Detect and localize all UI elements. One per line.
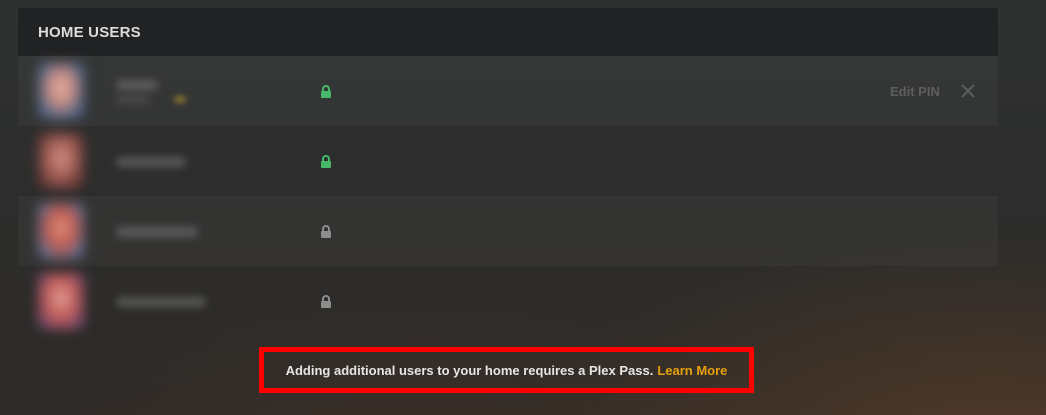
user-name-redacted [116, 297, 206, 307]
notice-text: Adding additional users to your home req… [285, 362, 654, 378]
user-row[interactable]: Edit PIN [18, 56, 998, 126]
lock-icon [320, 295, 332, 308]
learn-more-link[interactable]: Learn More [657, 363, 727, 378]
user-name-redacted [116, 80, 158, 90]
user-name-redacted [116, 227, 198, 237]
user-name-redacted [116, 157, 186, 167]
avatar [38, 63, 84, 119]
close-icon[interactable] [961, 84, 975, 98]
page-title: HOME USERS [38, 23, 141, 41]
lock-icon [320, 85, 332, 98]
avatar [38, 203, 84, 259]
edit-pin-button[interactable]: Edit PIN [890, 84, 940, 99]
plex-pass-notice: Adding additional users to your home req… [259, 347, 754, 393]
user-row[interactable] [18, 266, 998, 336]
lock-icon [320, 155, 332, 168]
avatar [38, 133, 84, 189]
lock-icon [320, 225, 332, 238]
user-row[interactable] [18, 196, 998, 266]
user-row[interactable] [18, 126, 998, 196]
home-users-header: HOME USERS [18, 8, 998, 56]
avatar [38, 273, 84, 329]
user-subtitle-redacted [116, 96, 150, 103]
plex-pass-badge [174, 96, 186, 103]
